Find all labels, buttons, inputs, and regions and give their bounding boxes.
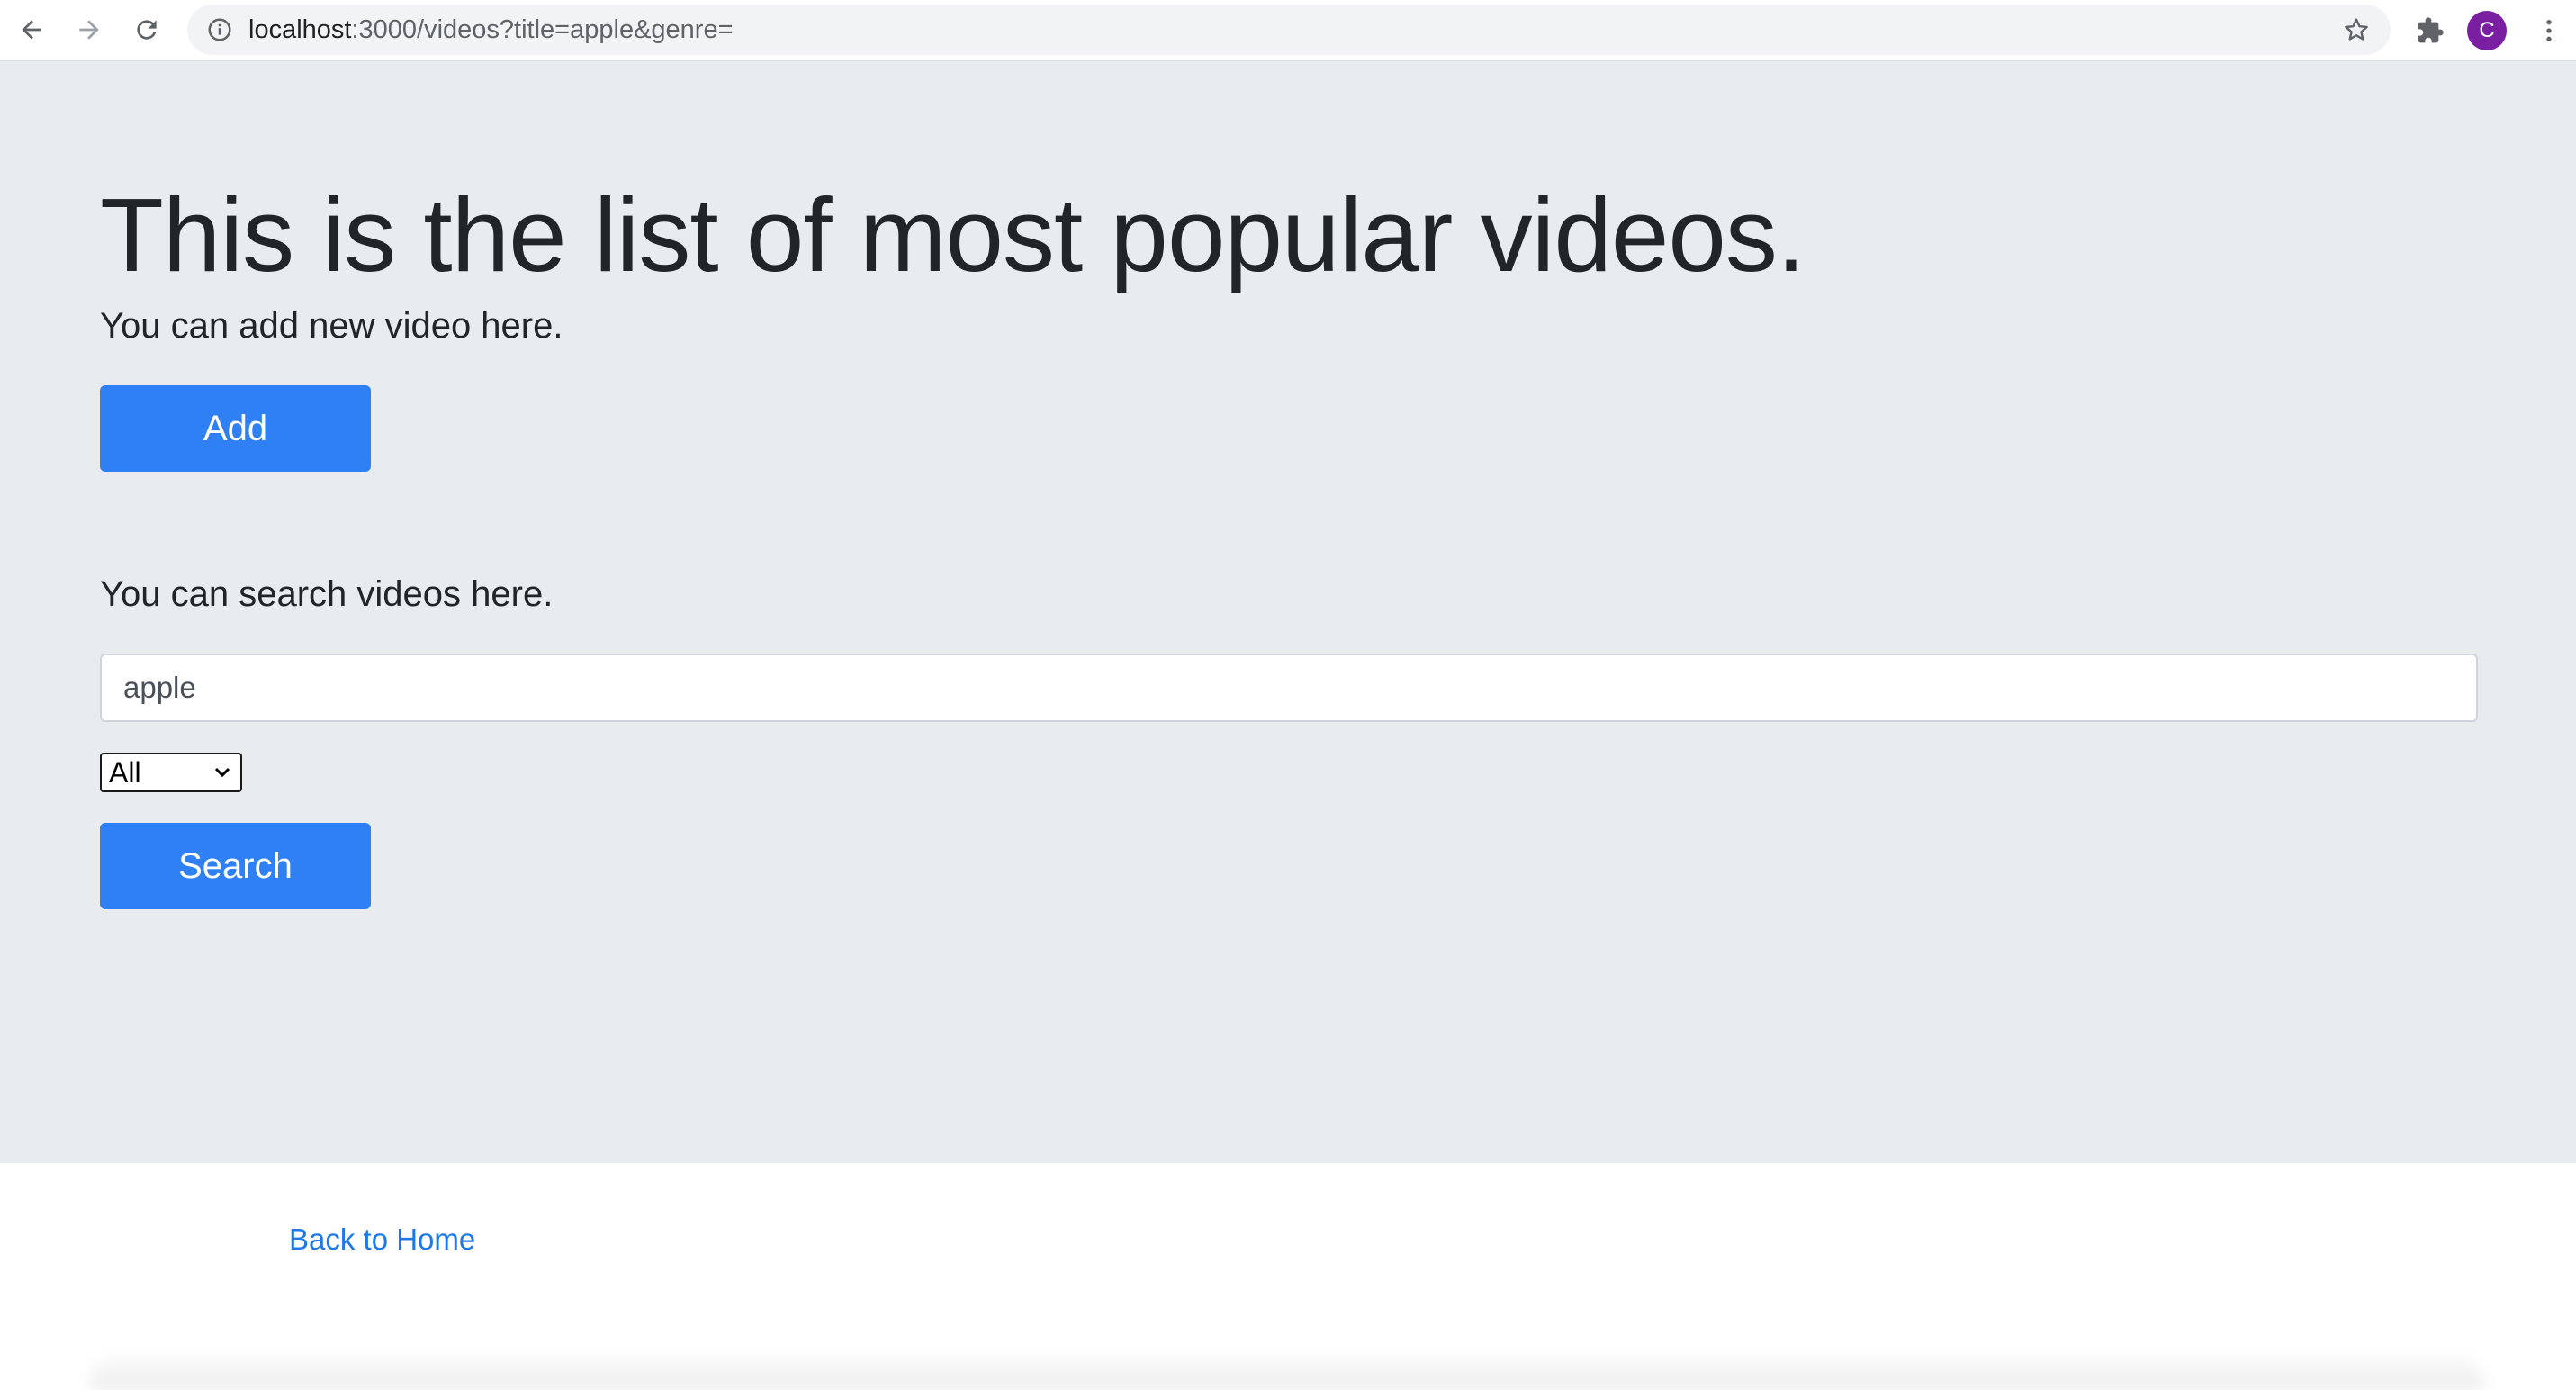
bottom-shadow	[90, 1350, 2484, 1390]
profile-avatar[interactable]: C	[2467, 11, 2507, 50]
chevron-down-icon	[214, 767, 230, 778]
back-button[interactable]	[11, 9, 52, 50]
search-button[interactable]: Search	[100, 823, 371, 909]
genre-select-value: All	[109, 756, 141, 789]
address-bar[interactable]: localhost:3000/videos?title=apple&genre=	[187, 5, 2391, 55]
url-path: :3000/videos?title=apple&genre=	[351, 15, 734, 44]
extensions-puzzle-icon[interactable]	[2410, 11, 2450, 50]
bookmark-star-icon[interactable]	[2340, 14, 2373, 46]
kebab-menu-icon[interactable]	[2529, 11, 2569, 50]
add-prompt-text: You can add new video here.	[100, 306, 563, 346]
forward-arrow-icon	[79, 20, 99, 40]
search-prompt-text: You can search videos here.	[100, 574, 554, 614]
browser-toolbar: localhost:3000/videos?title=apple&genre=…	[0, 0, 2576, 61]
forward-button[interactable]	[68, 9, 110, 50]
info-icon[interactable]	[205, 15, 234, 44]
url-text[interactable]: localhost:3000/videos?title=apple&genre=	[248, 5, 734, 55]
page-title: This is the list of most popular videos.	[100, 176, 1806, 293]
search-input[interactable]	[100, 654, 2478, 722]
genre-select[interactable]: All	[100, 753, 242, 792]
url-host: localhost	[248, 15, 352, 44]
back-arrow-icon	[22, 20, 41, 40]
back-to-home-link[interactable]: Back to Home	[289, 1223, 475, 1257]
reload-icon	[137, 20, 157, 40]
add-button[interactable]: Add	[100, 385, 371, 472]
reload-button[interactable]	[126, 9, 167, 50]
